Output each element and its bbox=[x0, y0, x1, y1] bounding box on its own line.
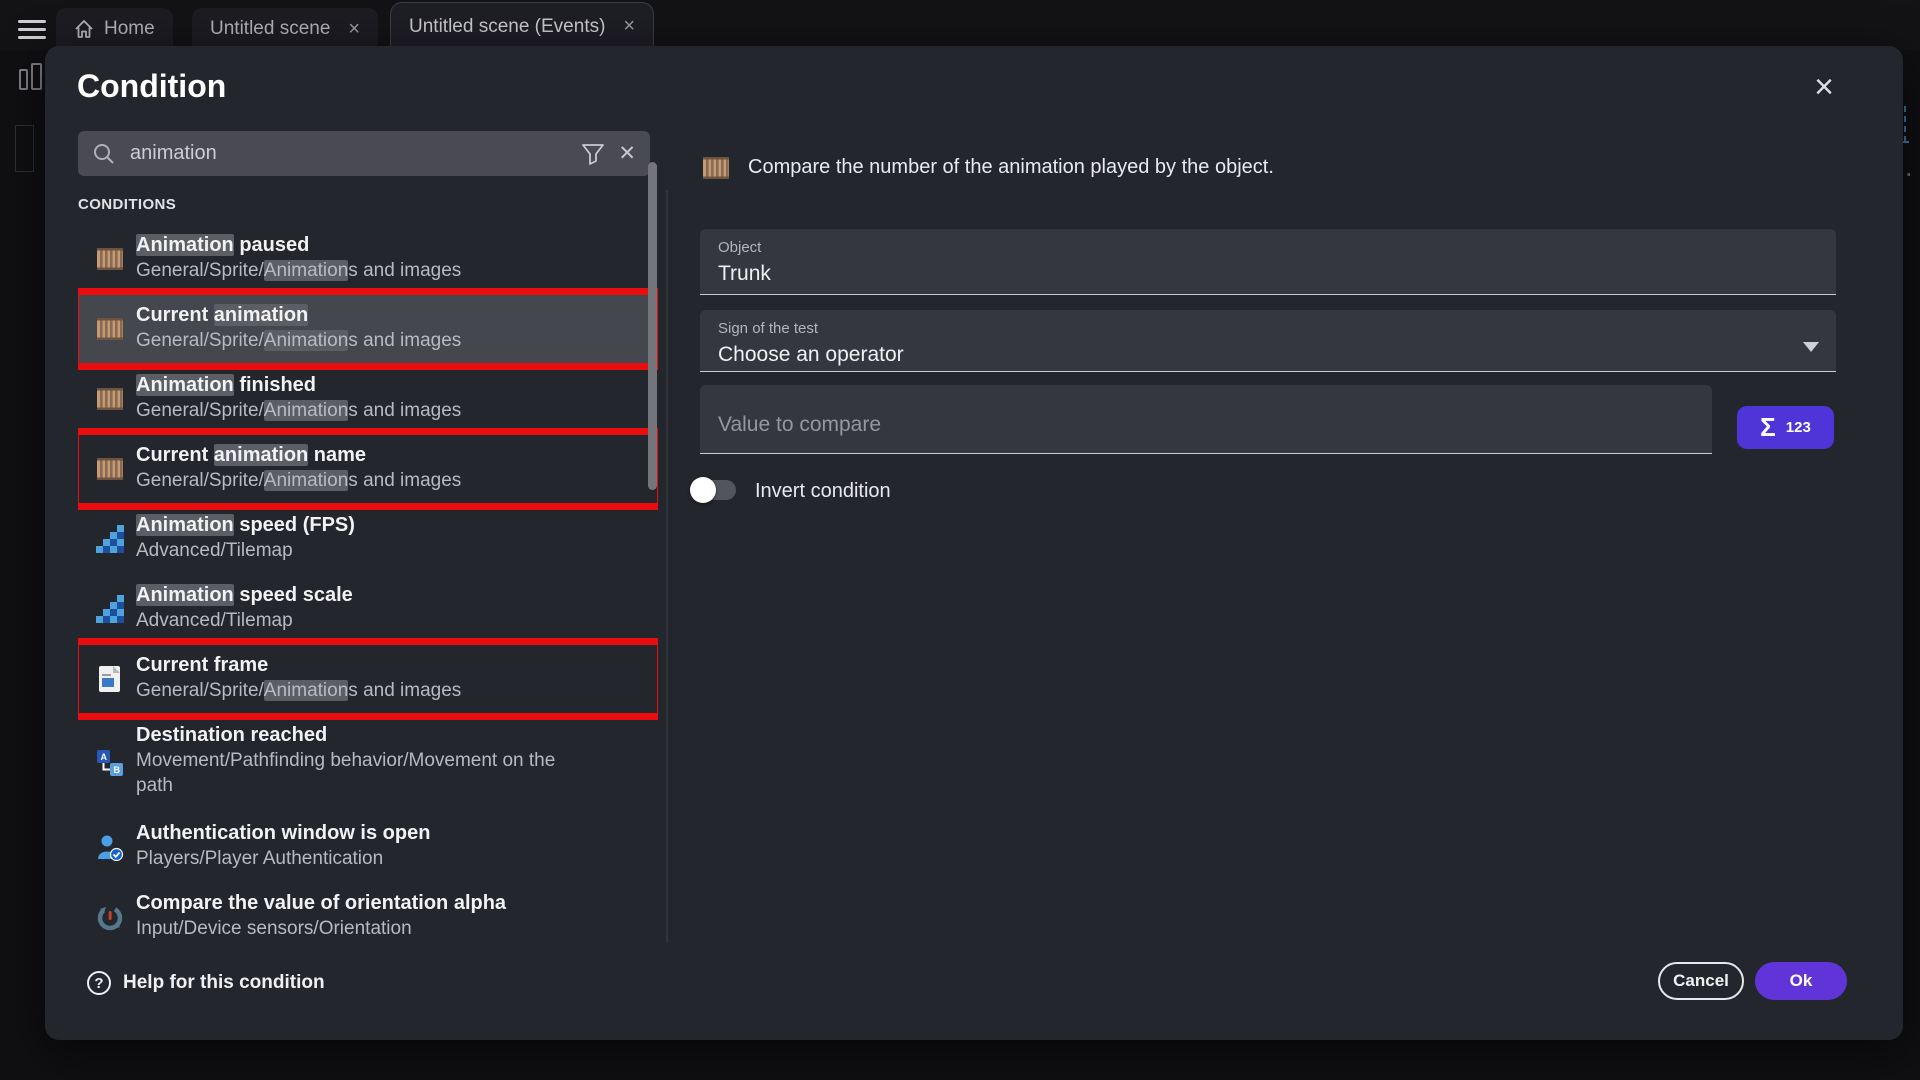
condition-description: Compare the number of the animation play… bbox=[748, 156, 1274, 179]
tilemap-icon bbox=[96, 525, 124, 553]
condition-item-title: Authentication window is open bbox=[136, 820, 648, 846]
list-divider bbox=[666, 190, 668, 943]
animation-icon bbox=[702, 154, 728, 178]
condition-item-title: Current frame bbox=[136, 652, 648, 678]
search-icon bbox=[92, 142, 116, 166]
tilemap-icon bbox=[96, 595, 124, 623]
condition-item-path: Advanced/Tilemap bbox=[136, 608, 648, 633]
condition-item[interactable]: Animation speed scaleAdvanced/Tilemap bbox=[78, 574, 658, 644]
condition-item[interactable]: AB Destination reachedMovement/Pathfindin… bbox=[78, 714, 658, 812]
home-icon bbox=[74, 19, 94, 39]
animation-icon bbox=[96, 315, 124, 343]
condition-item-title: Compare the value of orientation alpha bbox=[136, 890, 648, 916]
condition-item-path: General/Sprite/Animations and images bbox=[136, 258, 648, 283]
condition-item[interactable]: Animation finishedGeneral/Sprite/Animati… bbox=[78, 364, 658, 434]
condition-item-title: Animation finished bbox=[136, 372, 648, 398]
frame-icon bbox=[96, 665, 124, 693]
condition-item-path: General/Sprite/Animations and images bbox=[136, 678, 648, 703]
filter-icon[interactable] bbox=[580, 141, 606, 167]
condition-item-path: General/Sprite/Animations and images bbox=[136, 398, 648, 423]
tab-home[interactable]: Home bbox=[56, 8, 173, 50]
help-link[interactable]: ? Help for this condition bbox=[87, 971, 325, 995]
svg-text:B: B bbox=[114, 765, 121, 775]
dialog-title: Condition bbox=[77, 68, 226, 105]
condition-item-path: Movement/Pathfinding behavior/Movement o… bbox=[136, 748, 648, 773]
path-icon: AB bbox=[96, 749, 124, 777]
help-icon: ? bbox=[87, 971, 111, 995]
tab-bar: Home Untitled scene × Untitled scene (Ev… bbox=[0, 0, 1920, 50]
operator-field-value: Choose an operator bbox=[718, 343, 1818, 367]
tab-untitled-scene[interactable]: Untitled scene × bbox=[192, 8, 378, 50]
tab-close-icon[interactable]: × bbox=[623, 15, 635, 38]
cancel-button[interactable]: Cancel bbox=[1658, 962, 1744, 1000]
object-field-value: Trunk bbox=[718, 262, 1818, 286]
tab-label: Untitled scene bbox=[210, 18, 330, 40]
condition-item-title: Destination reached bbox=[136, 722, 648, 748]
condition-item-path: General/Sprite/Animations and images bbox=[136, 468, 648, 493]
operator-field-label: Sign of the test bbox=[718, 320, 1818, 337]
condition-item[interactable]: Current animationGeneral/Sprite/Animatio… bbox=[78, 294, 658, 364]
menu-icon[interactable] bbox=[18, 20, 46, 39]
condition-item-path: General/Sprite/Animations and images bbox=[136, 328, 648, 353]
animation-icon bbox=[96, 455, 124, 483]
condition-item[interactable]: Current animation nameGeneral/Sprite/Ani… bbox=[78, 434, 658, 504]
animation-icon bbox=[96, 385, 124, 413]
ok-button[interactable]: Ok bbox=[1755, 962, 1847, 1000]
tab-label: Untitled scene (Events) bbox=[409, 16, 605, 38]
list-section-header: CONDITIONS bbox=[78, 190, 658, 224]
help-label: Help for this condition bbox=[123, 972, 325, 994]
condition-item-path: path bbox=[136, 773, 648, 798]
list-scrollbar[interactable] bbox=[648, 162, 657, 490]
chevron-down-icon[interactable] bbox=[1803, 342, 1819, 352]
tab-untitled-scene-events[interactable]: Untitled scene (Events) × bbox=[390, 2, 654, 50]
condition-item[interactable]: Animation pausedGeneral/Sprite/Animation… bbox=[78, 224, 658, 294]
conditions-list: CONDITIONS Animation pausedGeneral/Sprit… bbox=[78, 190, 658, 943]
object-field-label: Object bbox=[718, 239, 1818, 256]
svg-text:A: A bbox=[101, 752, 108, 762]
close-icon[interactable]: × bbox=[1806, 70, 1842, 106]
condition-item[interactable]: Authentication window is openPlayers/Pla… bbox=[78, 812, 658, 882]
tab-close-icon[interactable]: × bbox=[348, 18, 360, 41]
condition-item-title: Current animation name bbox=[136, 442, 648, 468]
condition-item-path: Input/Device sensors/Orientation bbox=[136, 916, 648, 941]
condition-item-path: Advanced/Tilemap bbox=[136, 538, 648, 563]
object-field[interactable]: Object Trunk bbox=[700, 229, 1836, 295]
panels-icon[interactable] bbox=[19, 63, 43, 93]
condition-dialog: Condition × ✕ CONDITIONS Animation pause… bbox=[45, 46, 1903, 1040]
condition-item-title: Animation speed scale bbox=[136, 582, 648, 608]
value-field-placeholder: Value to compare bbox=[718, 413, 1694, 437]
animation-icon bbox=[96, 245, 124, 273]
condition-item-title: Animation speed (FPS) bbox=[136, 512, 648, 538]
selection-marquee bbox=[1904, 106, 1906, 142]
value-to-compare-field[interactable]: Value to compare bbox=[700, 385, 1712, 454]
invert-condition-toggle[interactable] bbox=[690, 476, 738, 504]
condition-item-path: Players/Player Authentication bbox=[136, 846, 648, 871]
condition-item-title: Animation paused bbox=[136, 232, 648, 258]
sigma-icon: Σ bbox=[1760, 412, 1776, 443]
condition-item[interactable]: Animation speed (FPS)Advanced/Tilemap bbox=[78, 504, 658, 574]
background-panel-edge bbox=[15, 125, 34, 172]
search-input[interactable] bbox=[130, 142, 580, 165]
expression-editor-button[interactable]: Σ 123 bbox=[1737, 406, 1834, 449]
condition-item[interactable]: Current frameGeneral/Sprite/Animations a… bbox=[78, 644, 658, 714]
tab-label: Home bbox=[104, 18, 155, 40]
invert-condition-label: Invert condition bbox=[755, 480, 891, 503]
condition-item-title: Current animation bbox=[136, 302, 648, 328]
operator-select[interactable]: Sign of the test Choose an operator bbox=[700, 310, 1836, 372]
condition-search-bar: ✕ bbox=[78, 131, 650, 176]
clear-search-icon[interactable]: ✕ bbox=[618, 141, 636, 166]
condition-item[interactable]: Compare the value of orientation alphaIn… bbox=[78, 882, 658, 943]
auth-icon bbox=[96, 833, 124, 861]
numbers-123-icon: 123 bbox=[1786, 419, 1811, 436]
orientation-icon bbox=[96, 903, 124, 931]
